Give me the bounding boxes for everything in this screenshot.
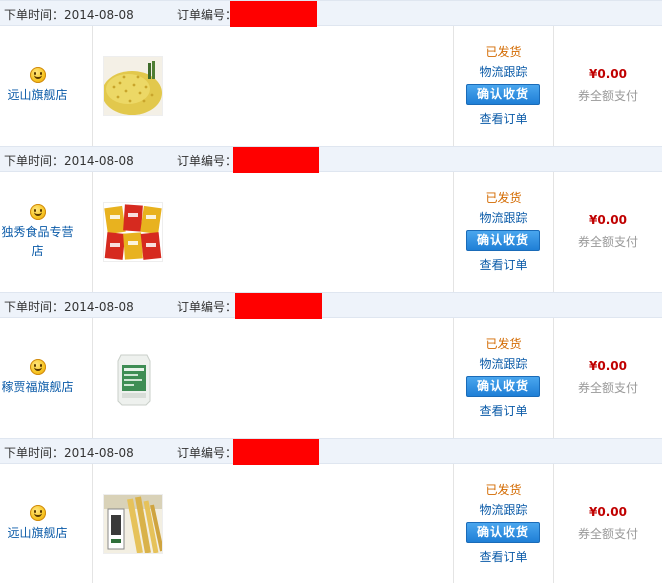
order-header: 下单时间：2014-08-08 订单编号： — [0, 0, 662, 27]
order-status-cell: 已发货 物流跟踪 确认收货 查看订单 — [454, 26, 553, 146]
shop-name-link[interactable]: 独秀食品专营店 — [0, 223, 75, 261]
payment-cell: ¥0.00 券全额支付 — [554, 464, 662, 584]
payment-cell: ¥0.00 券全额支付 — [554, 172, 662, 292]
shop-name-link[interactable]: 远山旗舰店 — [0, 524, 75, 543]
order-date: 下单时间：2014-08-08 — [4, 446, 134, 460]
order-body: 稼贾福旗舰店 已发货 物流跟踪 确认收货 查看订单 ¥0.00 券全额支付 — [0, 318, 662, 438]
shipped-status: 已发货 — [485, 191, 522, 205]
payment-cell: ¥0.00 券全额支付 — [554, 26, 662, 146]
order-number-redaction — [233, 147, 319, 173]
logistics-tracking-link[interactable]: 物流跟踪 — [454, 63, 553, 80]
payment-type: 券全额支付 — [577, 381, 638, 395]
order-body: 独秀食品专营店 已发货 物流跟踪 确认收货 查看订单 ¥0.00 券全额支付 — [0, 172, 662, 292]
order-body: 远山旗舰店 已发货 物流跟踪 确认收货 查看订单 ¥0.00 券全额支付 — [0, 464, 662, 583]
order-block: 下单时间：2014-08-08 订单编号： 远山旗舰店 已发货 物流跟踪 确认收… — [0, 438, 662, 583]
shipped-status: 已发货 — [485, 45, 522, 59]
confirm-receipt-button[interactable]: 确认收货 — [466, 84, 540, 105]
order-number-label: 订单编号： — [177, 154, 238, 168]
shop-cell: 独秀食品专营店 — [0, 172, 75, 292]
payment-type: 券全额支付 — [577, 235, 638, 249]
shop-name-link[interactable]: 稼贾福旗舰店 — [0, 378, 75, 397]
view-order-link[interactable]: 查看订单 — [454, 402, 553, 419]
shop-name-link[interactable]: 远山旗舰店 — [0, 86, 75, 105]
order-header: 下单时间：2014-08-08 订单编号： — [0, 292, 662, 319]
order-body: 远山旗舰店 已发货 物流跟踪 确认收货 查看订单 ¥0.00 券全额支付 — [0, 26, 662, 146]
logistics-tracking-link[interactable]: 物流跟踪 — [454, 501, 553, 518]
order-block: 下单时间：2014-08-08 订单编号： 稼贾福旗舰店 已发货 物流跟踪 确认… — [0, 292, 662, 438]
wangwang-smiley-icon[interactable] — [29, 505, 46, 521]
order-date: 下单时间：2014-08-08 — [4, 154, 134, 168]
wangwang-smiley-icon[interactable] — [29, 203, 46, 220]
order-status-cell: 已发货 物流跟踪 确认收货 查看订单 — [454, 318, 553, 438]
order-amount: ¥0.00 — [589, 67, 627, 81]
logistics-tracking-link[interactable]: 物流跟踪 — [454, 355, 553, 372]
order-status-cell: 已发货 物流跟踪 确认收货 查看订单 — [454, 172, 553, 292]
column-divider — [92, 318, 93, 438]
order-date: 下单时间：2014-08-08 — [4, 300, 134, 314]
view-order-link[interactable]: 查看订单 — [454, 110, 553, 127]
view-order-link[interactable]: 查看订单 — [454, 548, 553, 565]
shipped-status: 已发货 — [485, 337, 522, 351]
shop-cell: 稼贾福旗舰店 — [0, 318, 75, 438]
order-header: 下单时间：2014-08-08 订单编号： — [0, 438, 662, 465]
product-thumbnail[interactable] — [103, 494, 163, 554]
order-amount: ¥0.00 — [589, 505, 627, 519]
product-thumbnail[interactable] — [103, 348, 163, 408]
shipped-status: 已发货 — [485, 483, 522, 497]
payment-type: 券全额支付 — [577, 527, 638, 541]
column-divider — [92, 26, 93, 146]
order-header: 下单时间：2014-08-08 订单编号： — [0, 146, 662, 173]
order-block: 下单时间：2014-08-08 订单编号： 独秀食品专营店 已发货 物流跟踪 确… — [0, 146, 662, 292]
order-date: 下单时间：2014-08-08 — [4, 8, 134, 22]
payment-type: 券全额支付 — [577, 89, 638, 103]
order-number-redaction — [230, 1, 317, 27]
column-divider — [92, 172, 93, 292]
order-amount: ¥0.00 — [589, 359, 627, 373]
shop-cell: 远山旗舰店 — [0, 464, 75, 584]
product-thumbnail[interactable] — [103, 202, 163, 262]
order-number-label: 订单编号： — [177, 8, 238, 22]
order-block: 下单时间：2014-08-08 订单编号： 远山旗舰店 已发货 物流跟踪 确认收… — [0, 0, 662, 146]
order-amount: ¥0.00 — [589, 213, 627, 227]
view-order-link[interactable]: 查看订单 — [454, 256, 553, 273]
logistics-tracking-link[interactable]: 物流跟踪 — [454, 209, 553, 226]
confirm-receipt-button[interactable]: 确认收货 — [466, 376, 540, 397]
order-number-label: 订单编号： — [177, 300, 238, 314]
product-thumbnail[interactable] — [103, 56, 163, 116]
confirm-receipt-button[interactable]: 确认收货 — [466, 230, 540, 251]
order-status-cell: 已发货 物流跟踪 确认收货 查看订单 — [454, 464, 553, 584]
column-divider — [92, 464, 93, 583]
order-number-redaction — [233, 439, 319, 465]
order-number-label: 订单编号： — [177, 446, 238, 460]
shop-cell: 远山旗舰店 — [0, 26, 75, 146]
payment-cell: ¥0.00 券全额支付 — [554, 318, 662, 438]
wangwang-smiley-icon[interactable] — [29, 67, 46, 83]
order-number-redaction — [235, 293, 322, 319]
confirm-receipt-button[interactable]: 确认收货 — [466, 522, 540, 543]
wangwang-smiley-icon[interactable] — [29, 359, 46, 375]
